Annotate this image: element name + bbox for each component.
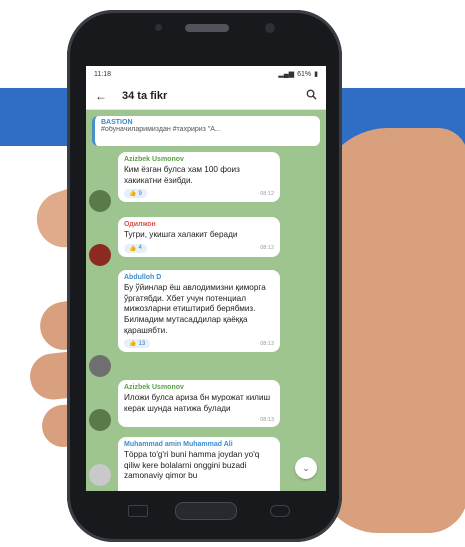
- status-time: 11:18: [94, 70, 111, 78]
- battery-icon: ▮: [314, 71, 318, 78]
- pinned-message[interactable]: BASTION #обуначиларимиздан #тахририз "A.…: [92, 116, 320, 146]
- status-icons: ▂▄▆ 61% ▮: [278, 70, 318, 79]
- message-author: Muhammad amin Muhammad Ali: [124, 441, 233, 448]
- message-text: Tӧрра tо'g'ri buni hamma joydan yо'q qil…: [124, 450, 260, 481]
- recent-apps-key[interactable]: [128, 505, 148, 517]
- message-time: 08:13: [260, 417, 274, 424]
- message-bubble[interactable]: Muhammad amin Muhammad Ali Tӧрра tо'g'ri…: [118, 437, 280, 491]
- thumbs-up-icon: 👍: [129, 341, 137, 348]
- avatar[interactable]: [89, 409, 111, 431]
- reaction-count: 9: [138, 190, 142, 197]
- phone-screen: 11:18 ▂▄▆ 61% ▮ ← 34 ta fikr BASTION #об…: [86, 66, 326, 491]
- scroll-down-button[interactable]: ⌄: [295, 457, 317, 479]
- page-title: 34 ta fikr: [122, 89, 168, 102]
- signal-icon: ▂▄▆: [278, 71, 295, 78]
- thumbs-up-icon: 👍: [129, 245, 137, 252]
- status-bar: 11:18 ▂▄▆ 61% ▮: [86, 66, 326, 82]
- message-bubble[interactable]: Одилжон Тугри, укишга халакит беради 👍 4 …: [118, 217, 280, 257]
- avatar[interactable]: [89, 244, 111, 266]
- message-author: Azizbek Usmonov: [124, 156, 184, 163]
- arrow-left-icon[interactable]: ←: [94, 89, 108, 103]
- message-text: Тугри, укишга халакит беради: [124, 230, 238, 239]
- pinned-title: BASTION: [101, 119, 133, 126]
- message-bubble[interactable]: Azizbek Usmonov Иложи булса ариза бн мур…: [118, 380, 280, 428]
- battery-level: 61%: [297, 70, 312, 78]
- message-author: Azizbek Usmonov: [124, 384, 184, 391]
- app-bar: ← 34 ta fikr: [86, 82, 326, 110]
- reaction-count: 4: [138, 245, 142, 252]
- message-author: Abdulloh D: [124, 274, 162, 281]
- avatar[interactable]: [89, 190, 111, 212]
- message-author: Одилжон: [124, 221, 156, 228]
- search-icon[interactable]: [304, 89, 318, 103]
- avatar[interactable]: [89, 464, 111, 486]
- home-button[interactable]: [175, 502, 237, 520]
- earpiece: [185, 24, 229, 32]
- pinned-text: #обуначиларимиздан #тахририз "A...: [101, 126, 221, 133]
- message-time: 08:12: [260, 245, 274, 252]
- front-camera: [265, 23, 275, 33]
- sensor: [155, 24, 162, 31]
- message-time: 08:13: [260, 340, 274, 347]
- thumbs-up-icon: 👍: [129, 191, 137, 198]
- message-time: 08:12: [260, 190, 274, 197]
- message-text: Бу ўйинлар ёш авлодимизни қиморга ўргатя…: [124, 283, 266, 335]
- reaction-button[interactable]: 👍 13: [124, 339, 151, 349]
- message-bubble[interactable]: Azizbek Usmonov Ким ёзган булса хам 100 …: [118, 152, 280, 203]
- reaction-count: 13: [138, 340, 146, 347]
- avatar[interactable]: [89, 355, 111, 377]
- back-key[interactable]: [270, 505, 290, 517]
- message-bubble[interactable]: Abdulloh D Бу ўйинлар ёш авлодимизни қим…: [118, 270, 280, 353]
- reaction-button[interactable]: 👍 9: [124, 189, 147, 199]
- message-text: Иложи булса ариза бн мурожат килиш керак…: [124, 393, 271, 413]
- chevron-down-icon: ⌄: [302, 462, 310, 473]
- message-text: Ким ёзган булса хам 100 фоиз хакикатни ё…: [124, 165, 240, 185]
- reaction-button[interactable]: 👍 4: [124, 243, 147, 253]
